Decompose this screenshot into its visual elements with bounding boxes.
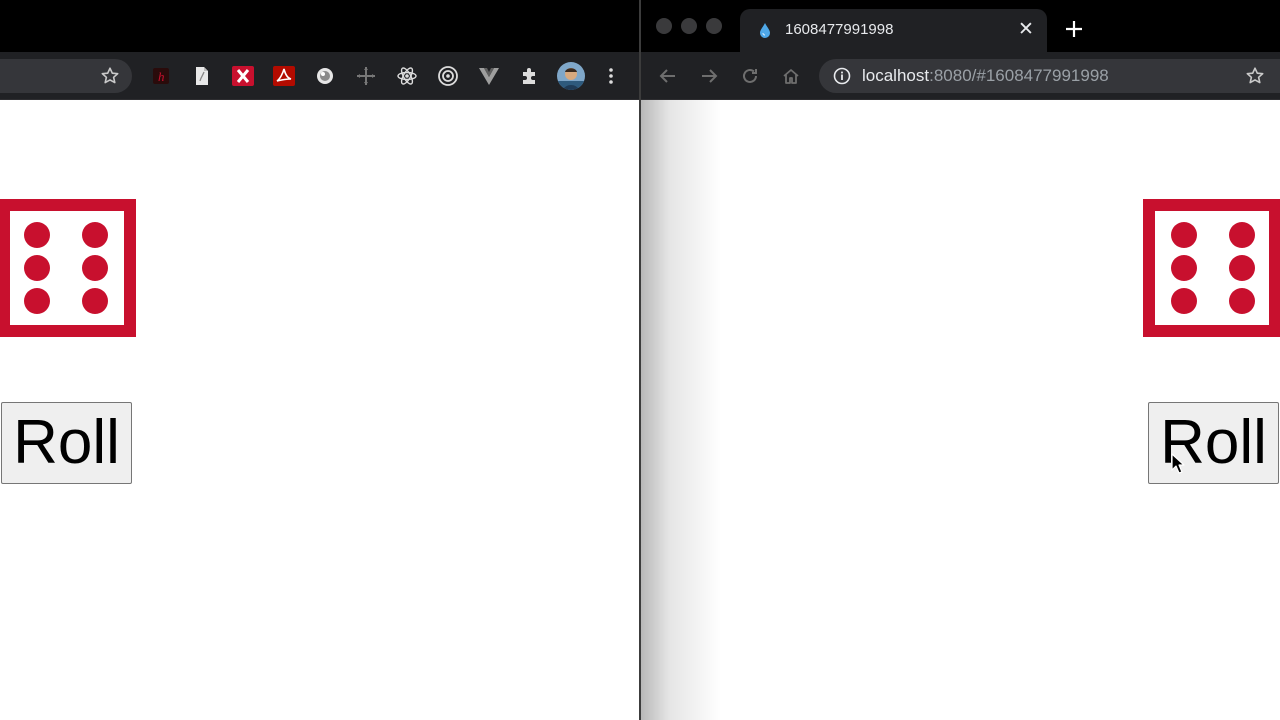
droplet-icon [760,23,770,38]
profile-avatar[interactable] [556,61,586,91]
h-extension-icon[interactable]: h [149,64,173,88]
left-browser-window: h Roll [0,0,639,720]
acrobat-extension-icon[interactable] [272,64,296,88]
tab-strip [0,0,639,52]
tab-active[interactable]: 1608477991998 ✕ [740,9,1047,52]
die-face-six [0,199,136,337]
maximize-window-button[interactable] [706,18,722,34]
tab-title: 1608477991998 [785,21,894,38]
close-window-button[interactable] [656,18,672,34]
move-extension-icon[interactable] [354,64,378,88]
close-icon[interactable]: ✕ [1016,20,1036,40]
puzzle-icon[interactable] [518,64,542,88]
new-tab-button[interactable] [1062,17,1086,41]
document-extension-icon[interactable] [190,64,214,88]
minimize-window-button[interactable] [681,18,697,34]
kebab-menu-icon[interactable] [599,64,623,88]
react-devtools-icon[interactable] [395,64,419,88]
address-bar[interactable]: localhost:8080/#1608477991998 [819,59,1280,93]
lens-extension-icon[interactable] [313,64,337,88]
right-browser-window: 1608477991998 ✕ localhost:8080/#16084779… [641,0,1280,720]
url-rest: :8080/#1608477991998 [929,66,1109,85]
back-icon[interactable] [656,64,680,88]
forward-icon[interactable] [697,64,721,88]
home-icon[interactable] [779,64,803,88]
window-shadow [641,100,721,720]
roll-button[interactable]: Roll [1148,402,1279,484]
vue-devtools-icon[interactable] [477,64,501,88]
url-text: localhost:8080/#1608477991998 [862,66,1109,86]
target-extension-icon[interactable] [436,64,460,88]
url-host: localhost [862,66,930,85]
roll-button[interactable]: Roll [1,402,132,484]
info-icon[interactable] [833,67,851,85]
mouse-cursor-icon [1171,453,1185,474]
die-face-six [1143,199,1280,337]
star-icon[interactable] [1245,66,1265,86]
star-icon[interactable] [98,64,122,88]
svg-text:h: h [158,69,165,84]
x-extension-icon[interactable] [231,64,255,88]
reload-icon[interactable] [738,64,762,88]
